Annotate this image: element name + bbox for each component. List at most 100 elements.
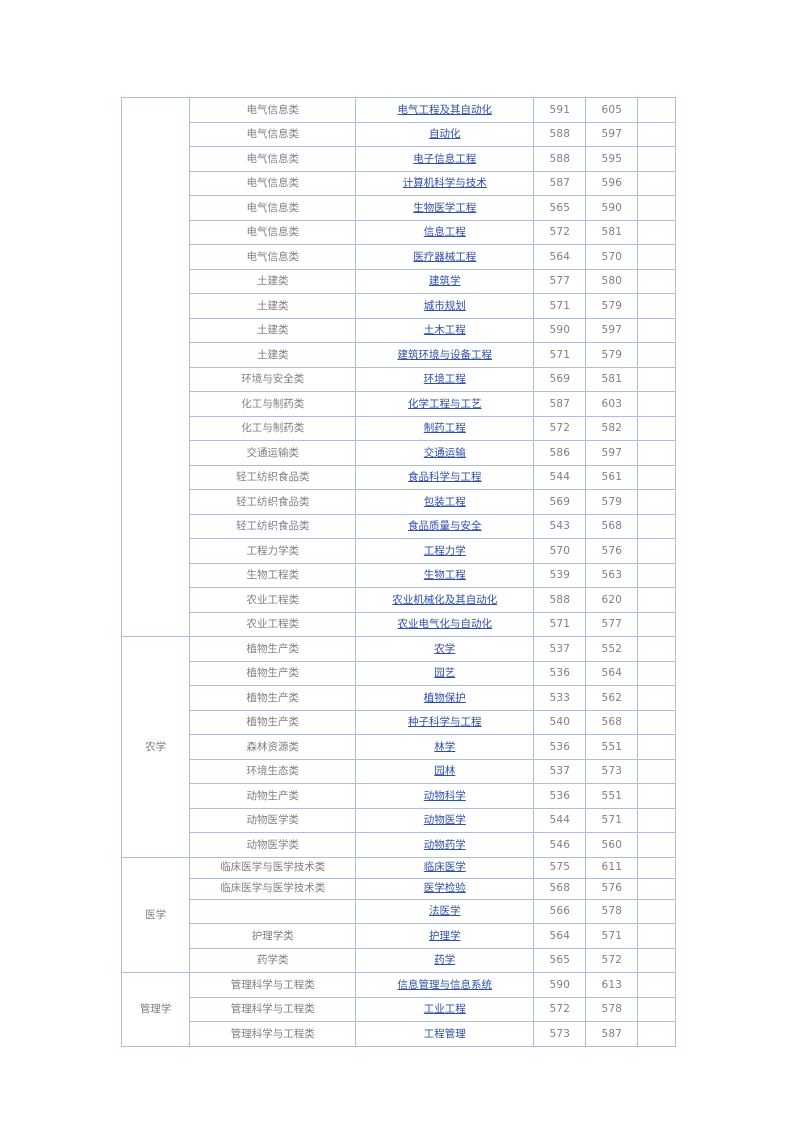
major-link[interactable]: 植物保护 [424, 692, 466, 704]
major-cell[interactable]: 生物医学工程 [355, 195, 535, 221]
major-link[interactable]: 工业工程 [424, 1003, 466, 1015]
extra-cell [637, 783, 676, 809]
extra-cell [637, 391, 676, 417]
major-cell[interactable]: 制药工程 [355, 415, 535, 441]
major-cell[interactable]: 信息工程 [355, 219, 535, 245]
major-link[interactable]: 动物药学 [424, 839, 466, 851]
major-cell[interactable]: 包装工程 [355, 489, 535, 515]
major-cell[interactable]: 法医学 [355, 898, 535, 924]
major-cell[interactable]: 电气工程及其自动化 [355, 97, 535, 123]
major-cell[interactable]: 生物工程 [355, 562, 535, 588]
category-cell: 电气信息类 [189, 219, 357, 245]
table-row: 农业工程类 农业机械化及其自动化 588 620 [122, 587, 676, 613]
major-cell[interactable]: 化学工程与工艺 [355, 391, 535, 417]
major-cell[interactable]: 土木工程 [355, 317, 535, 343]
score-max-cell: 590 [585, 195, 639, 221]
major-link[interactable]: 电子信息工程 [413, 153, 476, 165]
score-max-cell: 573 [585, 758, 639, 784]
major-link[interactable]: 建筑环境与设备工程 [398, 349, 493, 361]
major-cell[interactable]: 农业机械化及其自动化 [355, 587, 535, 613]
major-cell[interactable]: 药学 [355, 947, 535, 973]
score-max-cell: 560 [585, 832, 639, 858]
table-row: 护理学类 护理学 564 571 [122, 923, 676, 949]
major-cell[interactable]: 建筑环境与设备工程 [355, 342, 535, 368]
extra-cell [637, 268, 676, 294]
major-cell[interactable]: 临床医学 [355, 856, 535, 879]
major-cell[interactable]: 园林 [355, 758, 535, 784]
major-link[interactable]: 制药工程 [424, 422, 466, 434]
major-cell[interactable]: 电子信息工程 [355, 146, 535, 172]
major-cell[interactable]: 园艺 [355, 660, 535, 686]
major-link[interactable]: 临床医学 [424, 861, 466, 873]
major-cell[interactable]: 农学 [355, 636, 535, 662]
score-max-cell: 563 [585, 562, 639, 588]
major-label: 工程管理 [423, 1027, 466, 1040]
major-cell[interactable]: 种子科学与工程 [355, 709, 535, 735]
major-link[interactable]: 农学 [434, 643, 455, 655]
major-link[interactable]: 食品科学与工程 [408, 471, 482, 483]
major-cell[interactable]: 环境工程 [355, 366, 535, 392]
major-cell[interactable]: 动物药学 [355, 832, 535, 858]
extra-cell [637, 923, 676, 949]
major-link[interactable]: 法医学 [429, 905, 461, 917]
major-link[interactable]: 园艺 [434, 667, 455, 679]
major-link[interactable]: 动物医学 [424, 814, 466, 826]
major-link[interactable]: 医疗器械工程 [413, 251, 476, 263]
major-cell[interactable]: 工业工程 [355, 996, 535, 1022]
major-cell[interactable]: 自动化 [355, 121, 535, 147]
major-link[interactable]: 食品质量与安全 [408, 520, 482, 532]
major-link[interactable]: 信息管理与信息系统 [398, 979, 493, 991]
major-cell[interactable]: 农业电气化与自动化 [355, 611, 535, 637]
major-cell[interactable]: 食品质量与安全 [355, 513, 535, 539]
major-cell[interactable]: 城市规划 [355, 293, 535, 319]
major-link[interactable]: 护理学 [429, 930, 461, 942]
major-cell[interactable]: 工程力学 [355, 538, 535, 564]
major-link[interactable]: 交通运输 [424, 447, 466, 459]
major-link[interactable]: 农业机械化及其自动化 [392, 594, 497, 606]
category-cell: 环境生态类 [189, 758, 357, 784]
table-row: 法医学 566 578 [122, 898, 676, 924]
major-link[interactable]: 城市规划 [424, 300, 466, 312]
major-cell[interactable]: 植物保护 [355, 685, 535, 711]
major-link[interactable]: 建筑学 [429, 275, 461, 287]
major-link[interactable]: 工程力学 [424, 545, 466, 557]
score-max-cell: 576 [585, 877, 639, 900]
major-link[interactable]: 土木工程 [424, 324, 466, 336]
major-cell[interactable]: 信息管理与信息系统 [355, 972, 535, 998]
major-cell[interactable]: 林学 [355, 734, 535, 760]
major-cell[interactable]: 食品科学与工程 [355, 464, 535, 490]
category-cell: 生物工程类 [189, 562, 357, 588]
major-link[interactable]: 信息工程 [424, 226, 466, 238]
major-cell[interactable]: 交通运输 [355, 440, 535, 466]
major-link[interactable]: 生物工程 [424, 569, 466, 581]
score-max-cell: 577 [585, 611, 639, 637]
major-link[interactable]: 农业电气化与自动化 [398, 618, 493, 630]
major-cell[interactable]: 护理学 [355, 923, 535, 949]
major-cell[interactable]: 动物科学 [355, 783, 535, 809]
major-link[interactable]: 动物科学 [424, 790, 466, 802]
major-link[interactable]: 林学 [434, 741, 455, 753]
table-row: 电气信息类 信息工程 572 581 [122, 219, 676, 245]
major-cell[interactable]: 动物医学 [355, 807, 535, 833]
major-link[interactable]: 园林 [434, 765, 455, 777]
table-row: 电气信息类 生物医学工程 565 590 [122, 195, 676, 221]
major-link[interactable]: 电气工程及其自动化 [398, 104, 493, 116]
table-row: 临床医学与医学技术类 医学检验 568 576 [122, 877, 676, 900]
major-link[interactable]: 计算机科学与技术 [403, 177, 487, 189]
major-link[interactable]: 自动化 [429, 128, 461, 140]
major-link[interactable]: 环境工程 [424, 373, 466, 385]
major-cell[interactable]: 建筑学 [355, 268, 535, 294]
score-max-cell: 620 [585, 587, 639, 613]
category-cell: 农业工程类 [189, 611, 357, 637]
major-cell[interactable]: 医疗器械工程 [355, 244, 535, 270]
major-cell[interactable]: 医学检验 [355, 877, 535, 900]
table-row: 植物生产类 种子科学与工程 540 568 [122, 709, 676, 735]
major-link[interactable]: 医学检验 [424, 882, 466, 894]
major-cell[interactable]: 计算机科学与技术 [355, 170, 535, 196]
major-link[interactable]: 包装工程 [424, 496, 466, 508]
table-row: 药学类 药学 565 572 [122, 947, 676, 973]
major-link[interactable]: 化学工程与工艺 [408, 398, 482, 410]
major-link[interactable]: 药学 [434, 954, 455, 966]
major-link[interactable]: 种子科学与工程 [408, 716, 482, 728]
major-link[interactable]: 生物医学工程 [413, 202, 476, 214]
